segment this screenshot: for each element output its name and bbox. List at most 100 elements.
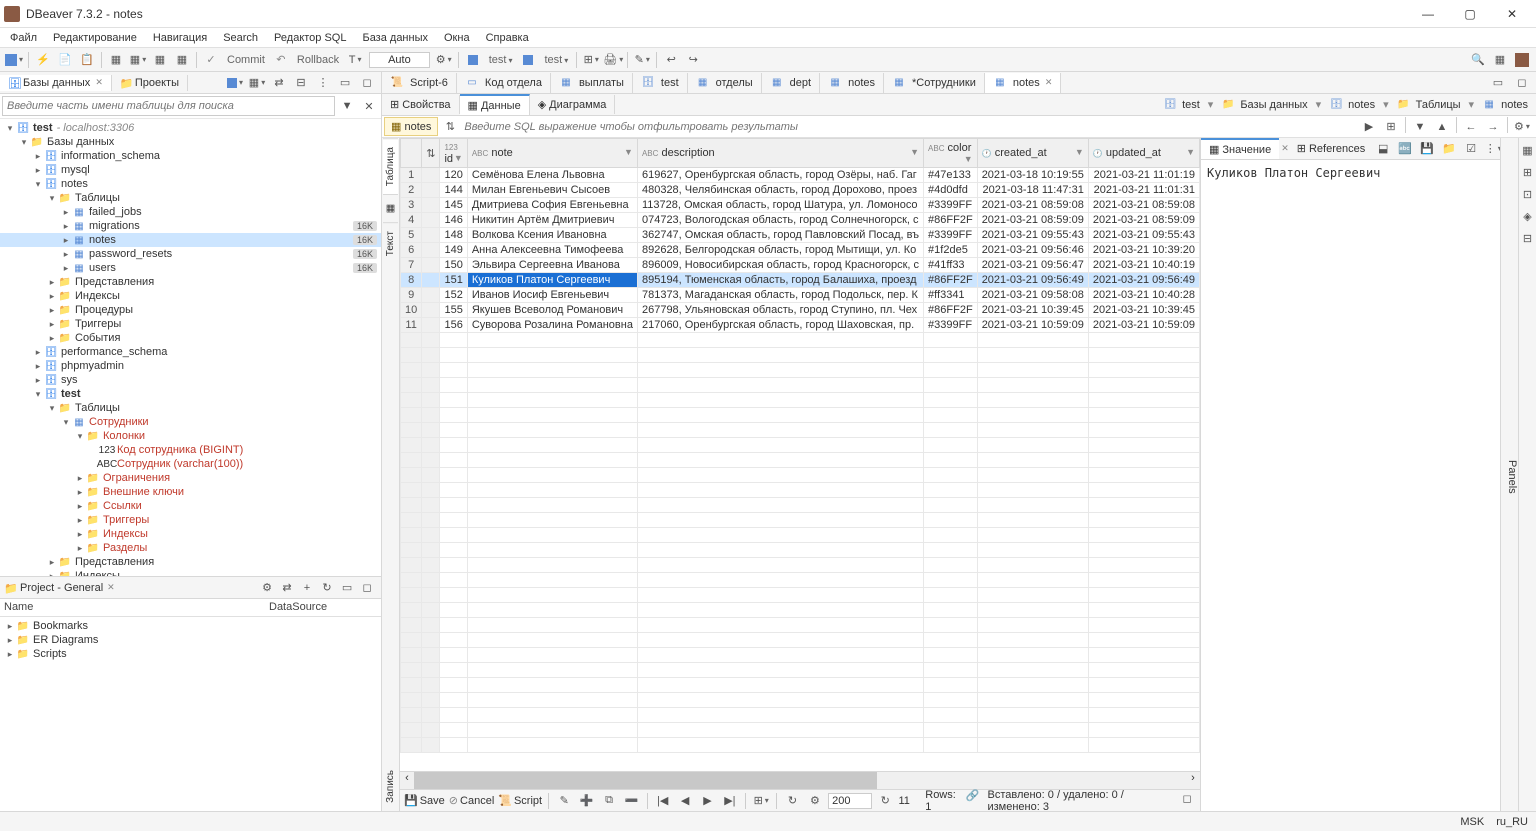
tool-icon-8[interactable]: ✎ (632, 50, 652, 70)
tree-node[interactable]: ▸📁Разделы (0, 541, 381, 555)
apply-filter-icon[interactable]: ▶ (1359, 117, 1379, 137)
tree-node[interactable]: ▸🗄phpmyadmin (0, 359, 381, 373)
tool-icon-1[interactable]: ⚡ (33, 50, 53, 70)
txn-dd[interactable]: T (345, 50, 365, 70)
tab-projects[interactable]: 📁 Проекты (112, 75, 188, 91)
tree-node[interactable]: ▸📁Процедуры (0, 303, 381, 317)
editor-tab[interactable]: ▦отделы (688, 73, 762, 93)
tree-node[interactable]: ▸📁Ограничения (0, 471, 381, 485)
editor-tab[interactable]: 🗄test (633, 73, 688, 93)
etab-min-icon[interactable]: ▭ (1488, 73, 1508, 93)
fwd-icon[interactable]: → (1483, 117, 1503, 137)
tree-node[interactable]: ABCСотрудник (varchar(100)) (0, 457, 381, 471)
tree-node[interactable]: ▸🗄performance_schema (0, 345, 381, 359)
nav-filter-icon[interactable]: ▦ (247, 73, 267, 93)
commit-icon[interactable]: ✓ (201, 50, 221, 70)
menu-file[interactable]: Файл (4, 30, 43, 46)
panels-collapsed[interactable]: Panels (1500, 138, 1518, 811)
tree-node[interactable]: ▾🗄notes (0, 177, 381, 191)
menu-help[interactable]: Справка (480, 30, 535, 46)
tree-node[interactable]: ▸📁Представления (0, 275, 381, 289)
close-icon[interactable]: ✕ (1281, 143, 1289, 154)
vp-icon-4[interactable]: 📁 (1439, 139, 1459, 159)
tool-icon-10[interactable]: ↪ (683, 50, 703, 70)
nav-min-icon[interactable]: ▭ (335, 73, 355, 93)
table-row[interactable]: 11156Суворова Розалина Романовна217060, … (401, 318, 1200, 333)
column-header[interactable]: 123 id ▼ (440, 139, 467, 168)
nav-max-icon[interactable]: ◻ (357, 73, 377, 93)
commit-label[interactable]: Commit (223, 54, 269, 66)
table-row[interactable]: 2144Милан Евгеньевич Сысоев480328, Челяб… (401, 183, 1200, 198)
proj-refresh-icon[interactable]: ↻ (317, 578, 337, 598)
tree-node[interactable]: ▸▦notes16K (0, 233, 381, 247)
vp-icon-1[interactable]: ⬓ (1373, 139, 1393, 159)
scroll-left-icon[interactable]: ‹ (400, 772, 414, 789)
tree-node[interactable]: ▸▦password_resets16K (0, 247, 381, 261)
vp-icon-2[interactable]: 🔤 (1395, 139, 1415, 159)
save-button[interactable]: 💾 Save (404, 794, 445, 807)
nav-link-icon[interactable]: ⇄ (269, 73, 289, 93)
connection-select[interactable]: test (485, 54, 517, 66)
table-row[interactable]: 6149Анна Алексеевна Тимофеева892628, Бел… (401, 243, 1200, 258)
tree-node[interactable]: ▾🗄test- localhost:3306 (0, 121, 381, 135)
fetch-size-input[interactable] (828, 793, 872, 809)
tool-icon-2[interactable]: 📄 (55, 50, 75, 70)
proj-min-icon[interactable]: ▭ (337, 578, 357, 598)
vtab-grid-icon[interactable]: ▦ (383, 194, 398, 222)
value-tab[interactable]: ▦ Значение (1201, 138, 1279, 159)
tree-node[interactable]: ▸📁Внешние ключи (0, 485, 381, 499)
tree-node[interactable]: ▸📁Ссылки (0, 499, 381, 513)
rpanel-icon-3[interactable]: ⊡ (1518, 184, 1536, 204)
nav-menu-icon[interactable]: ⋮ (313, 73, 333, 93)
perspective-icon[interactable]: ▦ (1490, 50, 1510, 70)
tree-node[interactable]: ▸▦migrations16K (0, 219, 381, 233)
rpanel-icon-1[interactable]: ▦ (1518, 140, 1536, 160)
prev-icon[interactable]: ◀ (676, 791, 694, 811)
del-row-icon[interactable]: ➖ (622, 791, 640, 811)
dup-row-icon[interactable]: ⧉ (600, 791, 618, 811)
tree-node[interactable]: ▸📁Представления (0, 555, 381, 569)
vtab-table[interactable]: Таблица (383, 138, 398, 194)
breadcrumb-item[interactable]: 🗄test (1159, 97, 1204, 113)
tool-icon-3[interactable]: 📋 (77, 50, 97, 70)
refs-tab[interactable]: ⊞ References (1289, 139, 1373, 158)
tree-node[interactable]: ▸▦users16K (0, 261, 381, 275)
tree-node[interactable]: ▸📁Триггеры (0, 513, 381, 527)
proj-gear-icon[interactable]: ⚙ (257, 578, 277, 598)
filter-icon[interactable]: ▼ (337, 96, 357, 116)
value-content[interactable]: Куликов Платон Сергеевич (1201, 160, 1500, 811)
tool-icon-9[interactable]: ↩ (661, 50, 681, 70)
filter-a-icon[interactable]: ▼ (1410, 117, 1430, 137)
menu-sql[interactable]: Редактор SQL (268, 30, 352, 46)
tree-node[interactable]: ▾📁Базы данных (0, 135, 381, 149)
breadcrumb-item[interactable]: 📁Таблицы (1393, 97, 1465, 113)
scroll-right-icon[interactable]: › (1186, 772, 1200, 789)
breadcrumb-item[interactable]: 📁Базы данных (1217, 97, 1311, 113)
filter-table-badge[interactable]: ▦ notes (384, 117, 438, 136)
gear-icon[interactable]: ⚙ (806, 791, 824, 811)
database-select[interactable]: test (540, 54, 572, 66)
tool-icon-4[interactable]: ▦ (150, 50, 170, 70)
column-header[interactable]: ABC note ▼ (467, 139, 637, 168)
breadcrumb-item[interactable]: 🗄notes (1325, 97, 1379, 113)
proj-add-icon[interactable]: + (297, 578, 317, 598)
table-row[interactable]: 5148Волкова Ксения Ивановна362747, Омска… (401, 228, 1200, 243)
last-icon[interactable]: ▶| (721, 791, 739, 811)
tool-icon-6[interactable]: ⊞ (581, 50, 601, 70)
edit-row-icon[interactable]: ✎ (555, 791, 573, 811)
filter-toggle-icon[interactable]: ⇅ (440, 117, 460, 137)
close-icon[interactable]: ✕ (95, 77, 103, 88)
tree-node[interactable]: ▸▦failed_jobs (0, 205, 381, 219)
subtab-diagram[interactable]: ◈Диаграмма (530, 95, 616, 114)
editor-tab[interactable]: ▦notes✕ (985, 73, 1061, 93)
project-item[interactable]: ▸📁Scripts (0, 647, 381, 661)
table-row[interactable]: 10155Якушев Всеволод Романович267798, Ул… (401, 303, 1200, 318)
table-row[interactable]: 9152Иванов Иосиф Евгеньевич781373, Магад… (401, 288, 1200, 303)
tree-node[interactable]: ▸🗄sys (0, 373, 381, 387)
editor-tab[interactable]: ▦выплаты (551, 73, 633, 93)
col-name[interactable]: Name (0, 599, 265, 616)
nav-collapse-icon[interactable]: ⊟ (291, 73, 311, 93)
tree-node[interactable]: ▾📁Таблицы (0, 191, 381, 205)
editor-tab[interactable]: ▦notes (820, 73, 884, 93)
refresh-icon[interactable]: ↻ (783, 791, 801, 811)
